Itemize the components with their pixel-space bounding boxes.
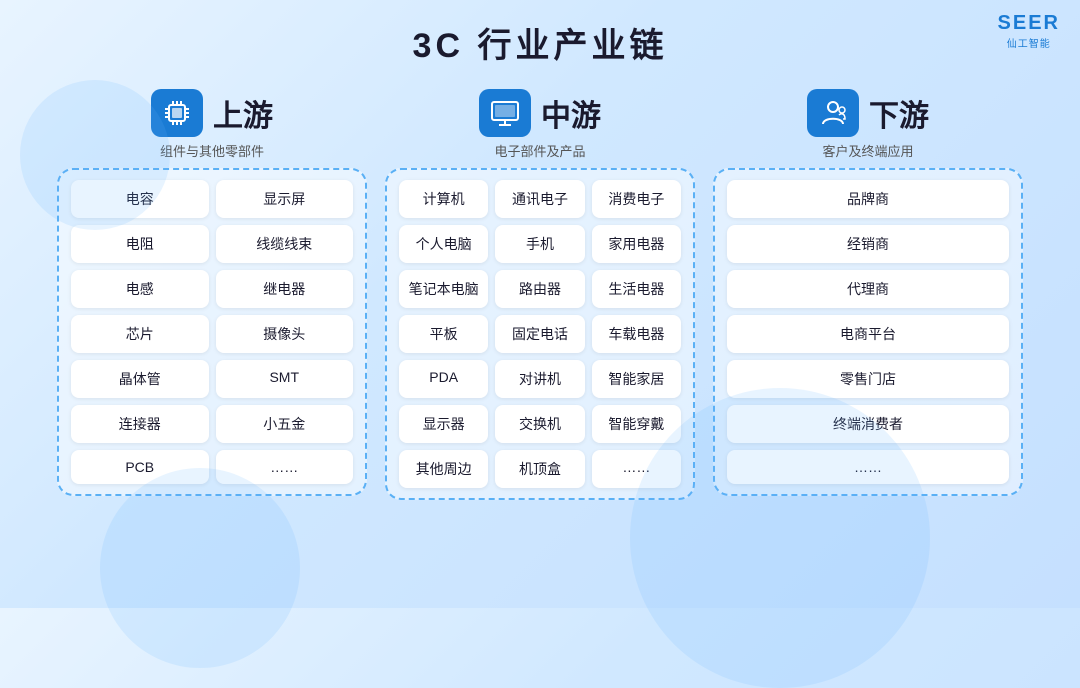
item-tag: 显示屏 — [216, 180, 354, 218]
item-tag: 连接器 — [71, 405, 209, 443]
item-tag: 经销商 — [727, 225, 1009, 263]
item-tag: 个人电脑 — [399, 225, 488, 263]
midstream-box: 计算机通讯电子消费电子个人电脑手机家用电器笔记本电脑路由器生活电器平板固定电话车… — [385, 168, 695, 500]
item-tag: 品牌商 — [727, 180, 1009, 218]
item-tag: 机顶盒 — [495, 450, 584, 488]
item-tag: 平板 — [399, 315, 488, 353]
item-tag: 其他周边 — [399, 450, 488, 488]
item-tag: 电商平台 — [727, 315, 1009, 353]
midstream-icon-bg — [479, 89, 531, 137]
item-tag: 对讲机 — [495, 360, 584, 398]
item-tag: 继电器 — [216, 270, 354, 308]
upstream-label: 上游 — [213, 91, 273, 135]
logo-text: SEER — [998, 12, 1060, 35]
item-tag: 摄像头 — [216, 315, 354, 353]
item-tag: 电阻 — [71, 225, 209, 263]
item-tag: 生活电器 — [592, 270, 681, 308]
downstream-icon-bg — [807, 89, 859, 137]
bg-decoration-1 — [630, 388, 930, 688]
bg-decoration-2 — [100, 468, 300, 668]
item-tag: 笔记本电脑 — [399, 270, 488, 308]
upstream-header: 上游 — [151, 89, 273, 137]
item-tag: 固定电话 — [495, 315, 584, 353]
downstream-label: 下游 — [869, 91, 929, 135]
logo: SEER 仙工智能 — [998, 12, 1060, 50]
midstream-sublabel: 电子部件及产品 — [494, 141, 585, 160]
item-tag: 交换机 — [495, 405, 584, 443]
chip-icon — [161, 97, 193, 129]
midstream-column: 中游 电子部件及产品 计算机通讯电子消费电子个人电脑手机家用电器笔记本电脑路由器… — [385, 89, 695, 500]
person-icon — [817, 97, 849, 129]
item-tag: 晶体管 — [71, 360, 209, 398]
downstream-sublabel: 客户及终端应用 — [822, 141, 913, 160]
item-tag: 线缆线束 — [216, 225, 354, 263]
page-title: 3C 行业产业链 — [0, 0, 1080, 67]
item-tag: 智能家居 — [592, 360, 681, 398]
midstream-header: 中游 — [479, 89, 601, 137]
item-tag: SMT — [216, 360, 354, 398]
midstream-label: 中游 — [541, 91, 601, 135]
bg-decoration-3 — [20, 80, 170, 230]
item-tag: 芯片 — [71, 315, 209, 353]
item-tag: 路由器 — [495, 270, 584, 308]
item-tag: 消费电子 — [592, 180, 681, 218]
item-tag: 显示器 — [399, 405, 488, 443]
item-tag: PDA — [399, 360, 488, 398]
item-tag: 通讯电子 — [495, 180, 584, 218]
downstream-header: 下游 — [807, 89, 929, 137]
item-tag: 小五金 — [216, 405, 354, 443]
item-tag: 车载电器 — [592, 315, 681, 353]
monitor-icon — [489, 97, 521, 129]
item-tag: 代理商 — [727, 270, 1009, 308]
item-tag: 家用电器 — [592, 225, 681, 263]
logo-subtitle: 仙工智能 — [1007, 35, 1051, 50]
upstream-sublabel: 组件与其他零部件 — [160, 141, 264, 160]
item-tag: 手机 — [495, 225, 584, 263]
item-tag: 电感 — [71, 270, 209, 308]
midstream-grid: 计算机通讯电子消费电子个人电脑手机家用电器笔记本电脑路由器生活电器平板固定电话车… — [399, 180, 681, 488]
item-tag: 计算机 — [399, 180, 488, 218]
